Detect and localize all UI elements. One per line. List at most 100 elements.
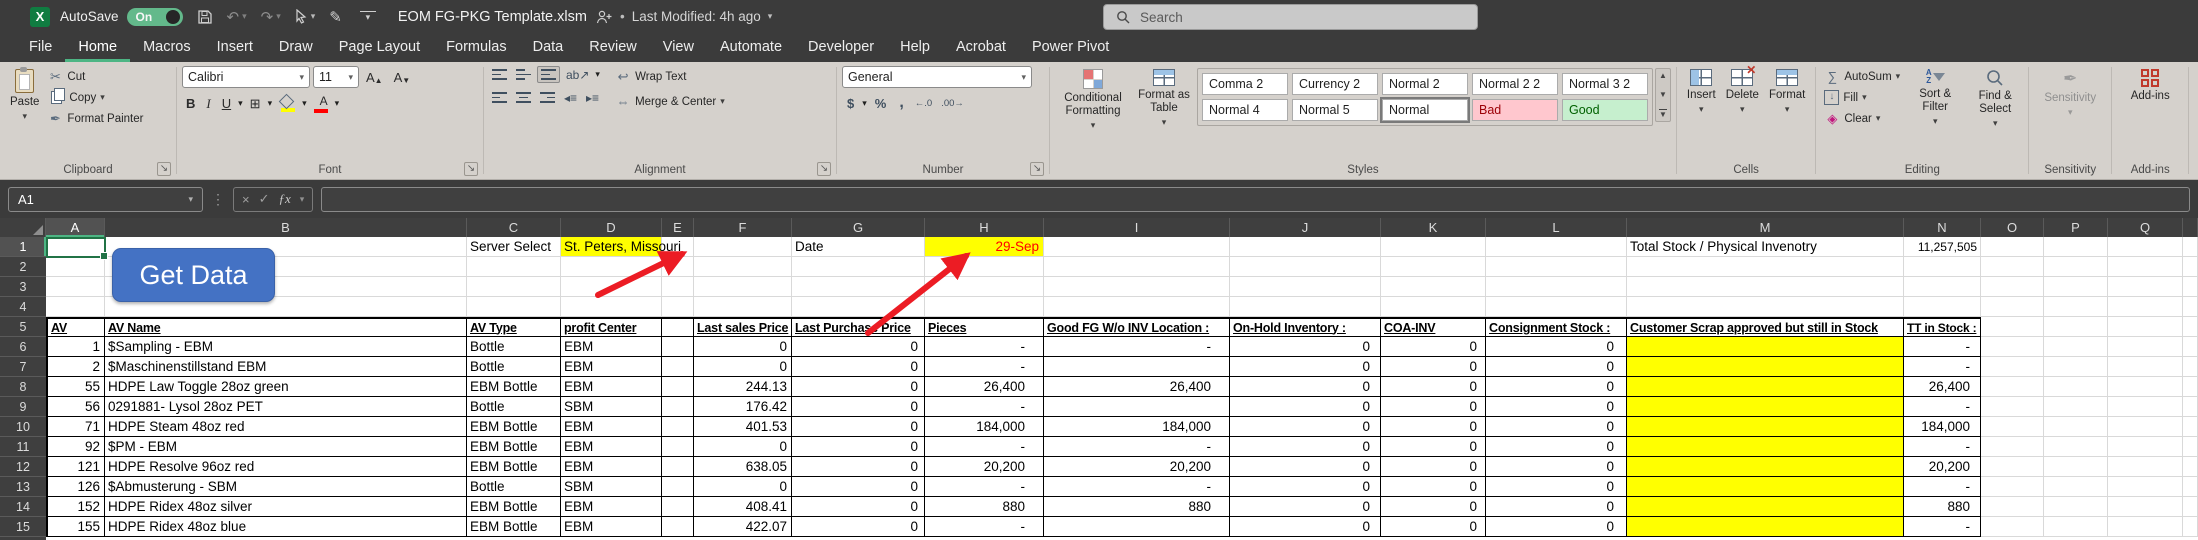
column-header-J[interactable]: J: [1230, 218, 1381, 237]
merge-center-button[interactable]: ⇔Merge & Center▾: [612, 91, 728, 112]
cell-M15[interactable]: [1627, 517, 1904, 537]
increase-decimal-button[interactable]: ←.0: [912, 98, 935, 109]
cell-G13[interactable]: 0: [792, 477, 925, 497]
tab-data[interactable]: Data: [520, 39, 577, 62]
cell-K4[interactable]: [1381, 297, 1486, 317]
cell-N6[interactable]: -: [1904, 337, 1981, 357]
cell-J10[interactable]: 0: [1230, 417, 1381, 437]
cell-E10[interactable]: [662, 417, 694, 437]
row-header-3[interactable]: 3: [0, 277, 46, 297]
column-header-O[interactable]: O: [1981, 218, 2044, 237]
cell-J13[interactable]: 0: [1230, 477, 1381, 497]
fill-button[interactable]: ↓Fill▾: [1821, 87, 1903, 108]
cell-M1[interactable]: Total Stock / Physical Invenotry: [1627, 237, 1904, 257]
tab-developer[interactable]: Developer: [795, 39, 887, 62]
cell-K6[interactable]: 0: [1381, 337, 1486, 357]
cell-K7[interactable]: 0: [1381, 357, 1486, 377]
cell-P9[interactable]: [2044, 397, 2108, 417]
cell-L15[interactable]: 0: [1486, 517, 1627, 537]
name-box[interactable]: A1▾: [8, 187, 203, 212]
align-left-button[interactable]: [489, 90, 510, 105]
cell-I3[interactable]: [1044, 277, 1230, 297]
cell-H6[interactable]: -: [925, 337, 1044, 357]
cell-B6[interactable]: $Sampling - EBM: [105, 337, 467, 357]
style-comma-2[interactable]: Comma 2: [1202, 73, 1288, 95]
share-person-icon[interactable]: [596, 10, 613, 24]
format-as-table-button[interactable]: Format as Table▾: [1131, 66, 1197, 130]
cell-M2[interactable]: [1627, 257, 1904, 277]
delete-cells-button[interactable]: Delete▾: [1721, 66, 1764, 117]
cell-P1[interactable]: [2044, 237, 2108, 257]
cell-C10[interactable]: EBM Bottle: [467, 417, 561, 437]
cell-I6[interactable]: -: [1044, 337, 1230, 357]
cell-H1[interactable]: 29-Sep: [925, 237, 1044, 257]
cell-M9[interactable]: [1627, 397, 1904, 417]
cell-L3[interactable]: [1486, 277, 1627, 297]
draw-tool-button[interactable]: ✎: [329, 8, 342, 26]
cell-O11[interactable]: [1981, 437, 2044, 457]
style-normal-3-2[interactable]: Normal 3 2: [1562, 73, 1648, 95]
column-header-D[interactable]: D: [561, 218, 662, 237]
cell-Q1[interactable]: [2108, 237, 2183, 257]
cell-G14[interactable]: 0: [792, 497, 925, 517]
comma-style-button[interactable]: ,: [894, 94, 908, 112]
column-header-L[interactable]: L: [1486, 218, 1627, 237]
cell-C3[interactable]: [467, 277, 561, 297]
addins-button[interactable]: Add-ins: [2117, 66, 2183, 106]
cell-Q9[interactable]: [2108, 397, 2183, 417]
autosum-button[interactable]: ∑AutoSum▾: [1821, 66, 1903, 87]
cell-D11[interactable]: EBM: [561, 437, 662, 457]
row-header-15[interactable]: 15: [0, 517, 46, 537]
font-family-select[interactable]: Calibri▾: [182, 66, 310, 88]
row-header-5[interactable]: 5: [0, 317, 46, 337]
cell-C12[interactable]: EBM Bottle: [467, 457, 561, 477]
cell-A15[interactable]: 155: [46, 517, 105, 537]
cell-A4[interactable]: [46, 297, 105, 317]
cell-C11[interactable]: EBM Bottle: [467, 437, 561, 457]
tab-view[interactable]: View: [650, 39, 707, 62]
cell-F10[interactable]: 401.53: [694, 417, 792, 437]
tab-power-pivot[interactable]: Power Pivot: [1019, 39, 1122, 62]
cell-H3[interactable]: [925, 277, 1044, 297]
cell-G8[interactable]: 0: [792, 377, 925, 397]
cell-G15[interactable]: 0: [792, 517, 925, 537]
cell-L8[interactable]: 0: [1486, 377, 1627, 397]
cell-B13[interactable]: $Abmusterung - SBM: [105, 477, 467, 497]
search-input[interactable]: Search: [1103, 4, 1478, 30]
decrease-font-size-button[interactable]: A▼: [390, 69, 415, 86]
cell-P13[interactable]: [2044, 477, 2108, 497]
autosave-toggle[interactable]: On: [127, 8, 183, 26]
cell-C9[interactable]: Bottle: [467, 397, 561, 417]
align-center-button[interactable]: [513, 90, 534, 105]
cell-D3[interactable]: [561, 277, 662, 297]
row-header-4[interactable]: 4: [0, 297, 46, 317]
cell-Q3[interactable]: [2108, 277, 2183, 297]
cell-M11[interactable]: [1627, 437, 1904, 457]
cell-C14[interactable]: EBM Bottle: [467, 497, 561, 517]
cell-I13[interactable]: -: [1044, 477, 1230, 497]
clipboard-dialog-launcher[interactable]: ↘: [157, 162, 171, 176]
cell-M13[interactable]: [1627, 477, 1904, 497]
cell-M7[interactable]: [1627, 357, 1904, 377]
wrap-text-button[interactable]: ↩Wrap Text: [612, 66, 728, 87]
cell-E11[interactable]: [662, 437, 694, 457]
cell-M6[interactable]: [1627, 337, 1904, 357]
cell-Q4[interactable]: [2108, 297, 2183, 317]
chevron-down-icon[interactable]: ▾: [268, 99, 273, 108]
cell-Q5[interactable]: [2108, 317, 2183, 337]
cell-D15[interactable]: EBM: [561, 517, 662, 537]
accounting-format-button[interactable]: $: [842, 96, 859, 111]
cell-L10[interactable]: 0: [1486, 417, 1627, 437]
cell-L14[interactable]: 0: [1486, 497, 1627, 517]
cell-O8[interactable]: [1981, 377, 2044, 397]
cell-F6[interactable]: 0: [694, 337, 792, 357]
cell-J2[interactable]: [1230, 257, 1381, 277]
cell-A5[interactable]: AV: [46, 317, 105, 337]
tab-formulas[interactable]: Formulas: [433, 39, 519, 62]
cell-P4[interactable]: [2044, 297, 2108, 317]
cell-D2[interactable]: [561, 257, 662, 277]
tab-macros[interactable]: Macros: [130, 39, 204, 62]
cell-E2[interactable]: [662, 257, 694, 277]
cell-I1[interactable]: [1044, 237, 1230, 257]
decrease-decimal-button[interactable]: .00→: [938, 98, 967, 109]
